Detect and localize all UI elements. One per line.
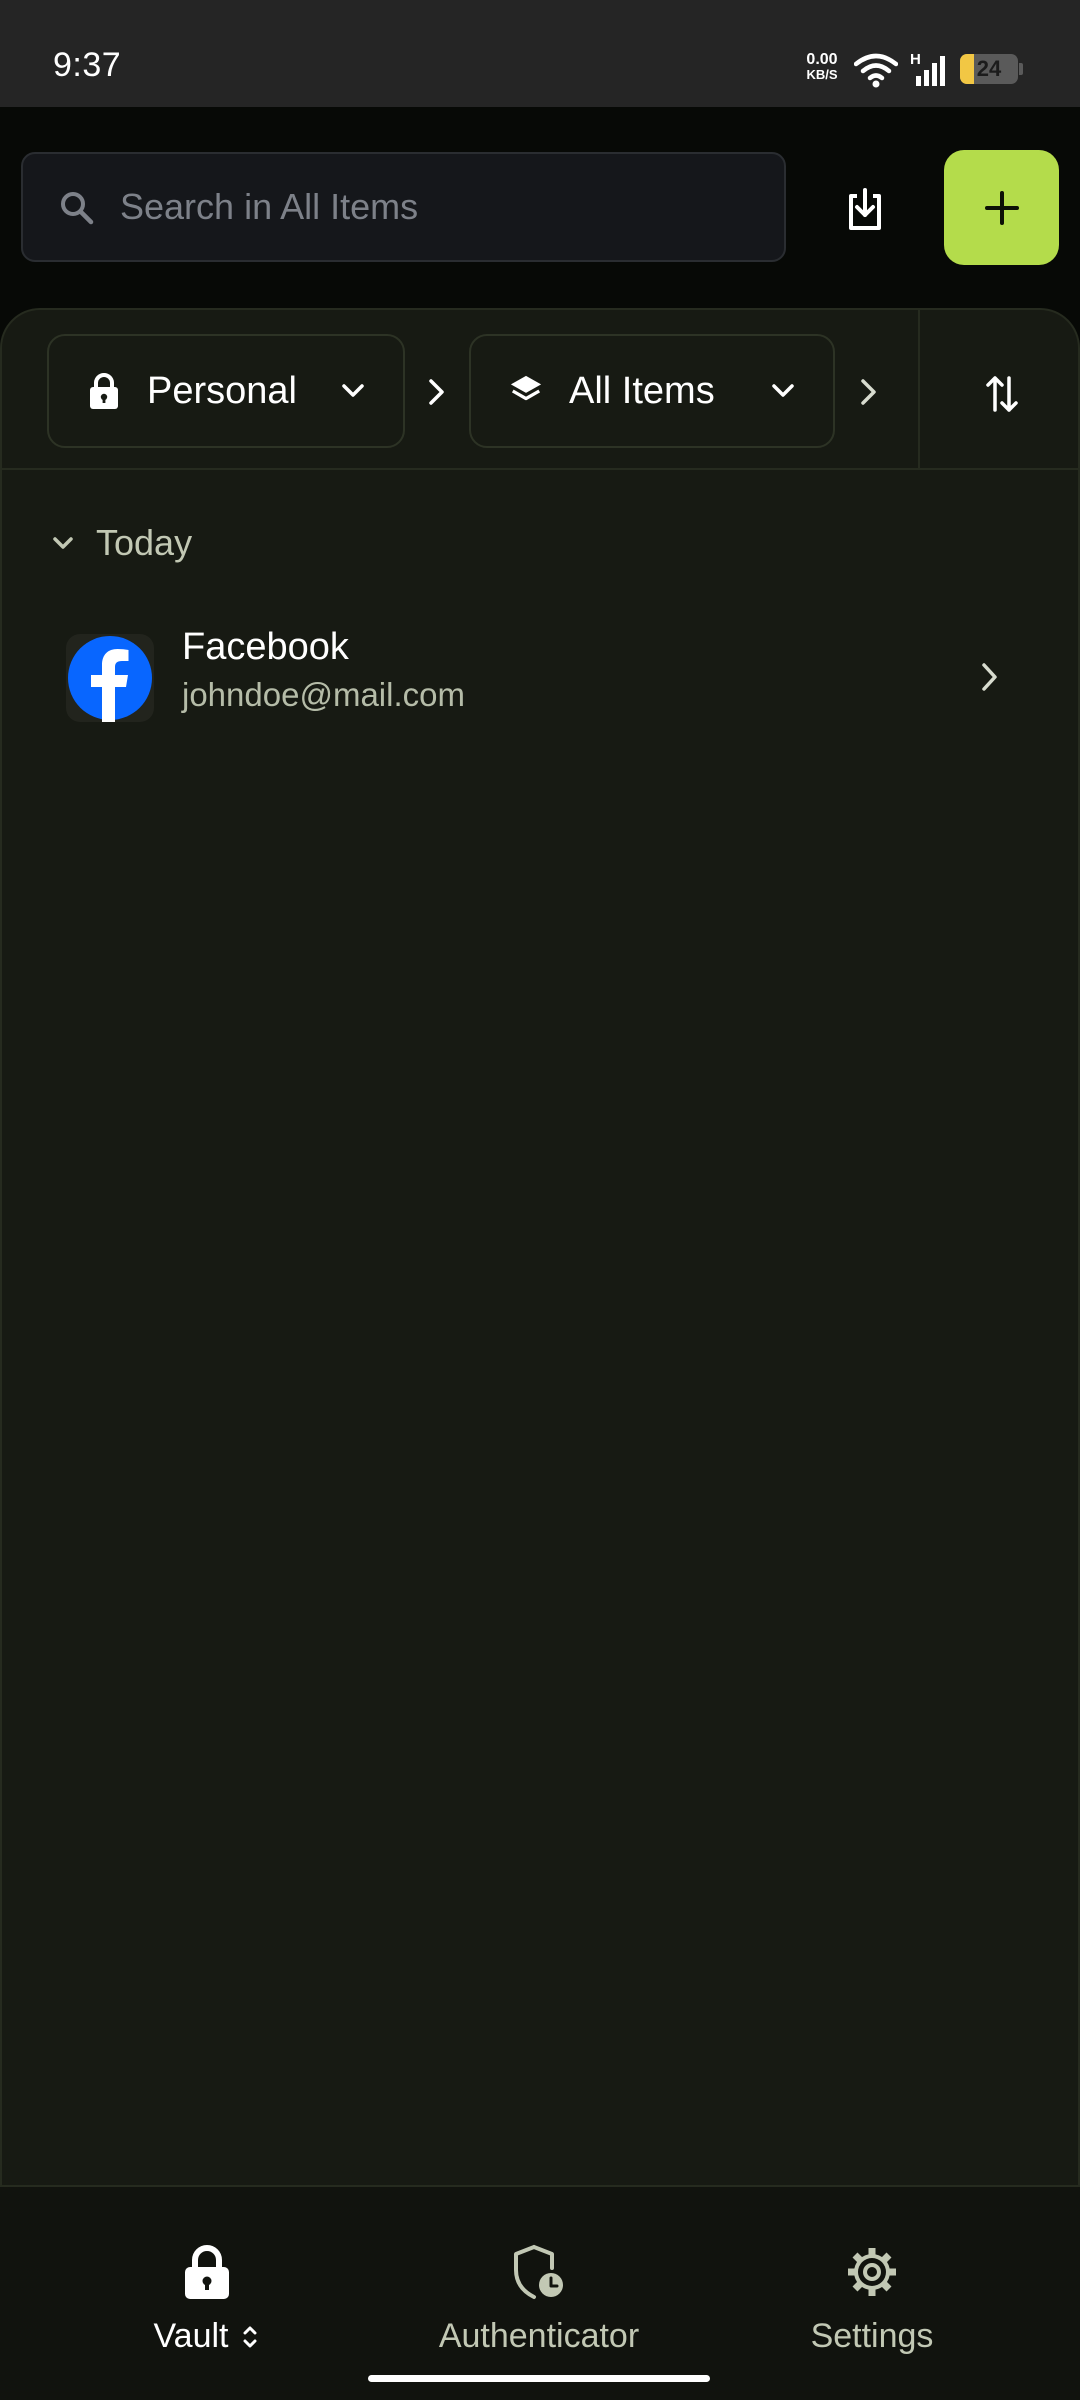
- layers-icon: [509, 373, 543, 409]
- chevron-down-icon: [53, 537, 73, 549]
- network-type-label: H: [910, 51, 921, 68]
- item-subtitle: johndoe@mail.com: [182, 676, 465, 713]
- vault-selector-label: Personal: [147, 369, 297, 412]
- home-indicator[interactable]: [368, 2375, 710, 2382]
- sort-button[interactable]: [962, 354, 1042, 434]
- nav-label-vault: Vault: [153, 2317, 229, 2355]
- nav-item-settings[interactable]: Settings: [722, 2241, 1022, 2356]
- nav-label-authenticator: Authenticator: [438, 2317, 640, 2355]
- section-label: Today: [96, 522, 193, 563]
- battery-tip: [1019, 63, 1023, 75]
- status-bar: 9:37 0.00 KB/S H 24: [0, 0, 1080, 107]
- download-icon: [849, 188, 881, 230]
- bottom-nav: Vault Authenticator Settings: [0, 2185, 1080, 2400]
- chevron-right-icon: [861, 379, 876, 405]
- network-speed-unit: KB/S: [806, 67, 838, 82]
- network-speed-value: 0.00: [806, 51, 838, 68]
- vault-selector[interactable]: Personal: [47, 334, 405, 448]
- facebook-logo: [66, 634, 154, 722]
- search-input[interactable]: [118, 154, 758, 260]
- cell-signal-icon: H: [910, 51, 945, 86]
- chevron-down-icon: [341, 383, 365, 399]
- nav-item-authenticator[interactable]: Authenticator: [389, 2241, 689, 2356]
- battery-icon: 24: [960, 54, 1018, 84]
- item-title: Facebook: [182, 626, 349, 668]
- search-box[interactable]: [21, 152, 786, 262]
- section-header-today[interactable]: Today: [52, 522, 192, 564]
- nav-item-vault[interactable]: Vault: [57, 2241, 357, 2356]
- chevron-right-icon: [429, 379, 444, 405]
- search-icon: [61, 192, 94, 225]
- filter-bar: Personal All Items: [2, 310, 1078, 470]
- import-button[interactable]: [820, 170, 910, 250]
- chevron-right-icon: [982, 663, 997, 691]
- gear-icon: [845, 2241, 899, 2303]
- nav-label-settings: Settings: [810, 2317, 934, 2355]
- items-panel: Personal All Items Today Facebook johndo…: [0, 308, 1080, 2185]
- shield-clock-icon: [512, 2241, 566, 2303]
- chevron-down-icon: [771, 383, 795, 399]
- item-type-selector[interactable]: All Items: [469, 334, 835, 448]
- list-item[interactable]: Facebook johndoe@mail.com: [42, 610, 1032, 740]
- lock-icon: [184, 2241, 230, 2303]
- add-item-button[interactable]: [944, 150, 1059, 265]
- wifi-icon: [854, 53, 898, 88]
- sort-arrows-icon: [986, 376, 1018, 412]
- battery-level: 24: [976, 56, 1002, 81]
- network-speed: 0.00 KB/S: [800, 51, 844, 83]
- lock-icon: [87, 372, 121, 410]
- status-time: 9:37: [53, 46, 122, 84]
- plus-icon: [984, 190, 1019, 225]
- chevron-up-down-icon: [243, 2326, 257, 2347]
- item-type-selector-label: All Items: [569, 369, 715, 412]
- filter-divider: [918, 310, 920, 468]
